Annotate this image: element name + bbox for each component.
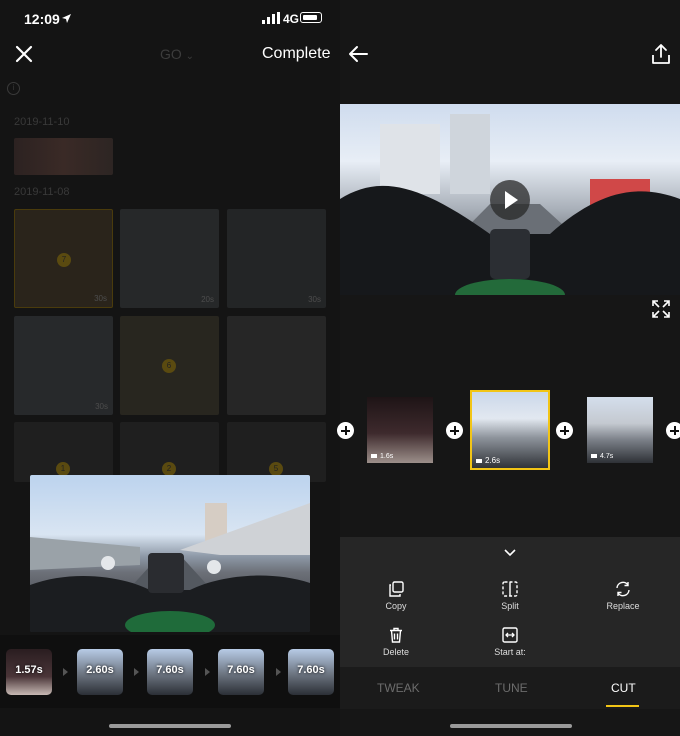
play-button[interactable]	[490, 180, 530, 220]
copy-label: Copy	[385, 601, 407, 611]
album-dropdown-label: GO	[160, 46, 182, 62]
video-thumbnail[interactable]: 30s	[227, 209, 326, 308]
chevron-down-icon[interactable]	[503, 548, 517, 558]
clip-duration: 7.60s	[156, 664, 184, 676]
motorcycle-road-image	[30, 503, 310, 632]
active-tab-indicator	[606, 705, 639, 707]
clip-picker-screen: 12:09 4G GO ⌄ Complete i 2019-11-10 2019…	[0, 0, 340, 736]
clip-preview-image[interactable]	[30, 475, 310, 632]
trim-start-icon	[502, 627, 518, 643]
selection-badge: 6	[162, 359, 176, 373]
copy-icon	[389, 581, 404, 597]
close-button[interactable]	[12, 42, 36, 66]
video-thumbnail[interactable]: 2	[120, 422, 219, 482]
add-clip-button[interactable]	[337, 422, 354, 439]
delete-label: Delete	[382, 647, 409, 657]
delete-button[interactable]: Delete	[351, 627, 441, 657]
album-dropdown[interactable]: GO ⌄	[160, 46, 194, 62]
selection-badge: 1	[56, 462, 70, 476]
replace-icon	[616, 581, 630, 597]
chevron-down-icon: ⌄	[185, 51, 195, 62]
fullscreen-icon[interactable]	[652, 300, 670, 318]
clip-duration: 1.57s	[15, 664, 43, 676]
tab-cut[interactable]: CUT	[611, 681, 636, 695]
video-thumbnail[interactable]: 6	[120, 316, 219, 415]
clip-duration: 1.6s	[371, 453, 393, 460]
selection-badge: 5	[269, 462, 283, 476]
copy-button[interactable]: Copy	[351, 581, 441, 611]
arrow-right-icon	[63, 668, 68, 676]
tab-tweak[interactable]: TWEAK	[377, 681, 420, 695]
replace-label: Replace	[606, 601, 640, 611]
duration-label: 30s	[94, 294, 107, 303]
clip-duration: 7.60s	[297, 664, 325, 676]
selected-clip[interactable]: 2.60s	[77, 649, 123, 695]
selection-badge: 7	[57, 253, 71, 267]
timeline-clip[interactable]: 1.6s	[367, 397, 433, 463]
arrow-right-icon	[134, 668, 139, 676]
back-arrow-icon[interactable]	[346, 42, 370, 66]
trash-icon	[390, 627, 402, 643]
selected-clip[interactable]: 7.60s	[147, 649, 193, 695]
clip-duration: 2.6s	[476, 456, 500, 465]
video-thumbnail[interactable]: 1	[14, 422, 113, 482]
video-thumbnail[interactable]	[227, 316, 326, 415]
split-label: Split	[501, 601, 519, 611]
timeline-clip[interactable]: 4.7s	[587, 397, 653, 463]
info-icon[interactable]: i	[7, 82, 20, 95]
signal-icon	[262, 12, 280, 24]
video-thumbnail[interactable]: 30s	[14, 316, 113, 415]
location-icon	[62, 14, 71, 23]
start-at-label: Start at:	[494, 647, 526, 657]
selected-clip[interactable]: 7.60s	[288, 649, 334, 695]
clip-duration: 7.60s	[227, 664, 255, 676]
network-type: 4G	[283, 12, 300, 26]
home-indicator	[450, 724, 572, 728]
add-clip-button[interactable]	[556, 422, 573, 439]
date-header: 2019-11-08	[14, 186, 70, 198]
add-clip-button[interactable]	[666, 422, 680, 439]
start-at-button[interactable]: Start at:	[465, 627, 555, 657]
video-thumbnail[interactable]: 20s	[120, 209, 219, 308]
split-button[interactable]: Split	[465, 581, 555, 611]
arrow-right-icon	[205, 668, 210, 676]
clip-duration: 4.7s	[591, 453, 613, 460]
battery-icon	[300, 12, 322, 23]
arrow-right-icon	[276, 668, 281, 676]
duration-label: 20s	[201, 295, 214, 304]
status-time: 12:09	[24, 11, 60, 27]
timeline-clip-selected[interactable]: 2.6s	[470, 390, 550, 470]
selected-clip[interactable]: 7.60s	[218, 649, 264, 695]
selection-badge: 2	[162, 462, 176, 476]
home-indicator	[109, 724, 231, 728]
split-icon	[502, 581, 518, 597]
tab-tune[interactable]: TUNE	[495, 681, 528, 695]
complete-button[interactable]: Complete	[262, 45, 330, 63]
video-thumbnail[interactable]: 7 30s	[14, 209, 113, 308]
date-header: 2019-11-10	[14, 116, 70, 128]
selected-clip[interactable]: 1.57s	[6, 649, 52, 695]
share-icon[interactable]	[650, 42, 672, 66]
add-clip-button[interactable]	[446, 422, 463, 439]
duration-label: 30s	[308, 295, 321, 304]
replace-button[interactable]: Replace	[578, 581, 668, 611]
duration-label: 30s	[95, 402, 108, 411]
video-thumbnail[interactable]: 5	[227, 422, 326, 482]
clip-duration: 2.60s	[86, 664, 114, 676]
video-thumbnail[interactable]	[14, 138, 113, 175]
